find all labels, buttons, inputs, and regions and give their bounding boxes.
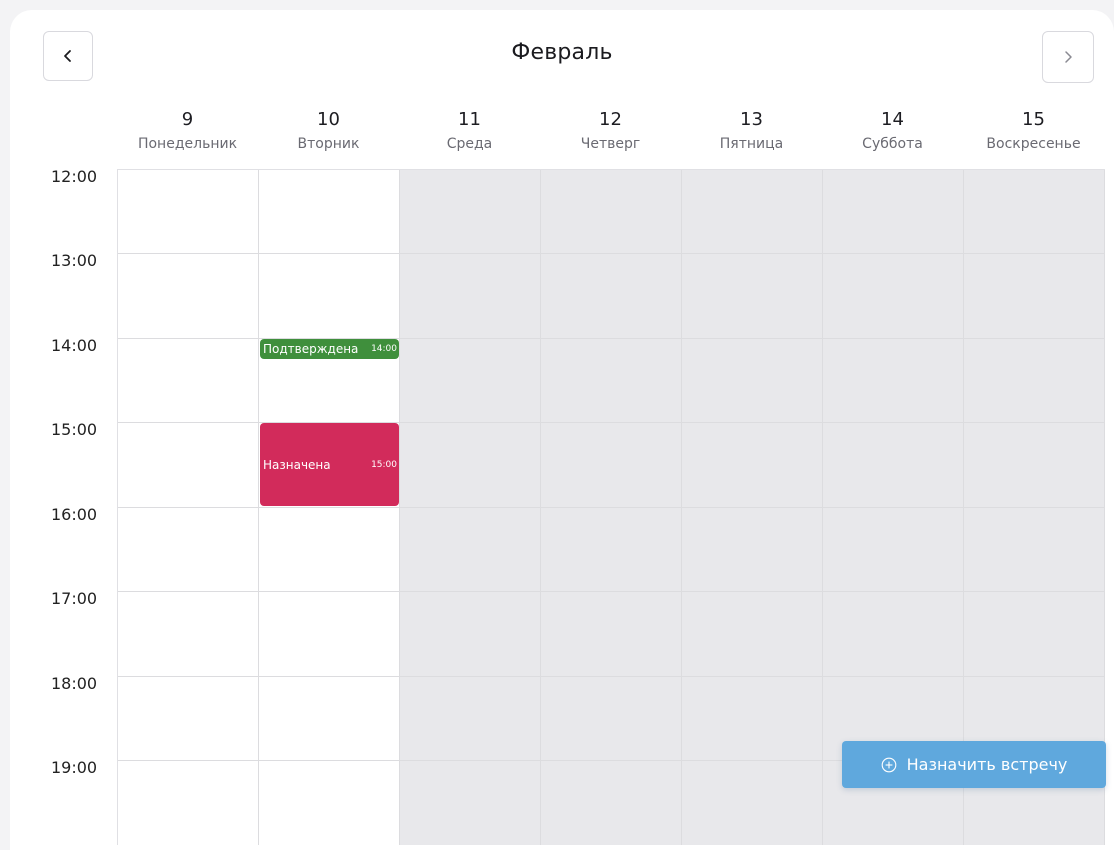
time-label: 12:00 xyxy=(51,167,98,186)
day-number: 14 xyxy=(881,109,904,130)
event-label: Назначена xyxy=(263,457,331,472)
day-header-tuesday: 10 Вторник xyxy=(258,108,399,155)
day-name: Пятница xyxy=(719,136,784,152)
event-time: 15:00 xyxy=(371,459,397,470)
day-header-friday: 13 Пятница xyxy=(681,108,822,155)
event-confirmed[interactable]: Подтверждена 14:00 xyxy=(260,339,399,359)
day-number: 12 xyxy=(599,109,622,130)
time-label: 14:00 xyxy=(51,336,98,355)
day-number: 15 xyxy=(1022,109,1045,130)
next-week-button[interactable] xyxy=(1042,31,1094,83)
day-header-wednesday: 11 Среда xyxy=(399,108,540,155)
day-name: Суббота xyxy=(862,136,923,152)
plus-circle-icon xyxy=(881,757,896,772)
schedule-meeting-button[interactable]: Назначить встречу xyxy=(842,741,1106,788)
time-label: 18:00 xyxy=(51,674,98,693)
hour-divider xyxy=(118,507,1105,508)
day-name: Понедельник xyxy=(137,136,238,152)
day-number: 9 xyxy=(181,109,194,130)
month-title: Февраль xyxy=(511,40,613,65)
day-number: 11 xyxy=(458,109,481,130)
event-label: Подтверждена xyxy=(263,342,359,356)
day-header-sunday: 15 Воскресенье xyxy=(963,108,1104,155)
time-label: 13:00 xyxy=(51,251,98,270)
hour-divider xyxy=(118,676,1105,677)
hour-divider xyxy=(118,591,1105,592)
day-number: 13 xyxy=(740,109,763,130)
event-time: 14:00 xyxy=(371,344,397,354)
hour-divider xyxy=(118,253,1105,254)
day-header-thursday: 12 Четверг xyxy=(540,108,681,155)
day-name: Воскресенье xyxy=(986,136,1081,152)
day-header-saturday: 14 Суббота xyxy=(822,108,963,155)
chevron-right-icon xyxy=(1065,51,1072,63)
day-name: Среда xyxy=(446,136,493,152)
calendar-card: Февраль 9 Понедельник 10 Вторник 11 Сред… xyxy=(10,10,1114,850)
event-scheduled[interactable]: Назначена 15:00 xyxy=(260,423,399,506)
day-name: Четверг xyxy=(580,136,641,152)
day-number: 10 xyxy=(317,109,340,130)
time-label: 15:00 xyxy=(51,420,98,439)
time-label: 19:00 xyxy=(51,758,98,777)
day-header-monday: 9 Понедельник xyxy=(117,108,258,155)
day-name: Вторник xyxy=(297,136,360,152)
time-label: 16:00 xyxy=(51,505,98,524)
schedule-meeting-label: Назначить встречу xyxy=(906,755,1068,774)
time-label: 17:00 xyxy=(51,589,98,608)
